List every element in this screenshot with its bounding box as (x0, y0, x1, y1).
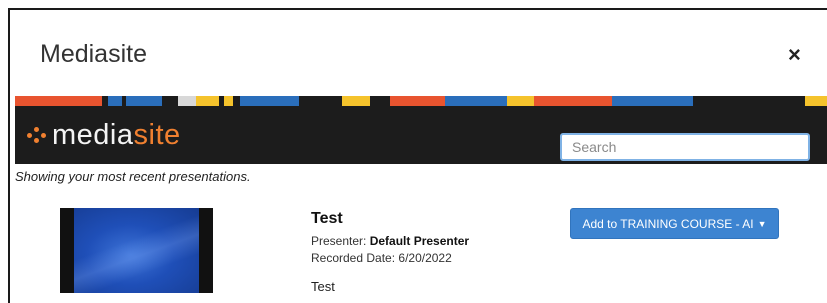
presentation-thumbnail[interactable] (60, 208, 213, 293)
presentation-title[interactable]: Test (311, 210, 343, 228)
close-button[interactable]: × (788, 42, 801, 68)
mediasite-frame: mediasite Showing your most recent prese… (15, 96, 827, 303)
mediasite-logo[interactable]: mediasite (27, 120, 181, 150)
presenter-label: Presenter: (311, 234, 367, 248)
caret-down-icon: ▼ (757, 218, 767, 229)
logo-prefix: media (52, 119, 134, 151)
presenter-line: Presenter: Default Presenter (311, 234, 469, 248)
logo-suffix: site (133, 119, 181, 151)
logo-wordmark: mediasite (52, 120, 181, 150)
logo-dots-icon (27, 126, 49, 144)
brand-color-stripe (15, 96, 827, 106)
recorded-date-label: Recorded Date: (311, 251, 396, 265)
presentation-description: Test (311, 279, 335, 294)
add-to-course-button[interactable]: Add to TRAINING COURSE - AI ▼ (570, 208, 779, 239)
thumbnail-screen (74, 208, 199, 293)
mediasite-header: mediasite (15, 106, 827, 164)
recent-presentations-text: Showing your most recent presentations. (15, 169, 251, 184)
add-button-label: Add to TRAINING COURSE - AI (582, 216, 754, 231)
dialog-title: Mediasite (40, 40, 147, 68)
presenter-name: Default Presenter (369, 234, 470, 248)
mediasite-dialog: Mediasite × mediasite Search Showing you… (8, 8, 827, 303)
recorded-date-line: Recorded Date: 6/20/2022 (311, 251, 452, 265)
search-input[interactable] (560, 133, 810, 161)
recorded-date-value: 6/20/2022 (398, 251, 452, 265)
